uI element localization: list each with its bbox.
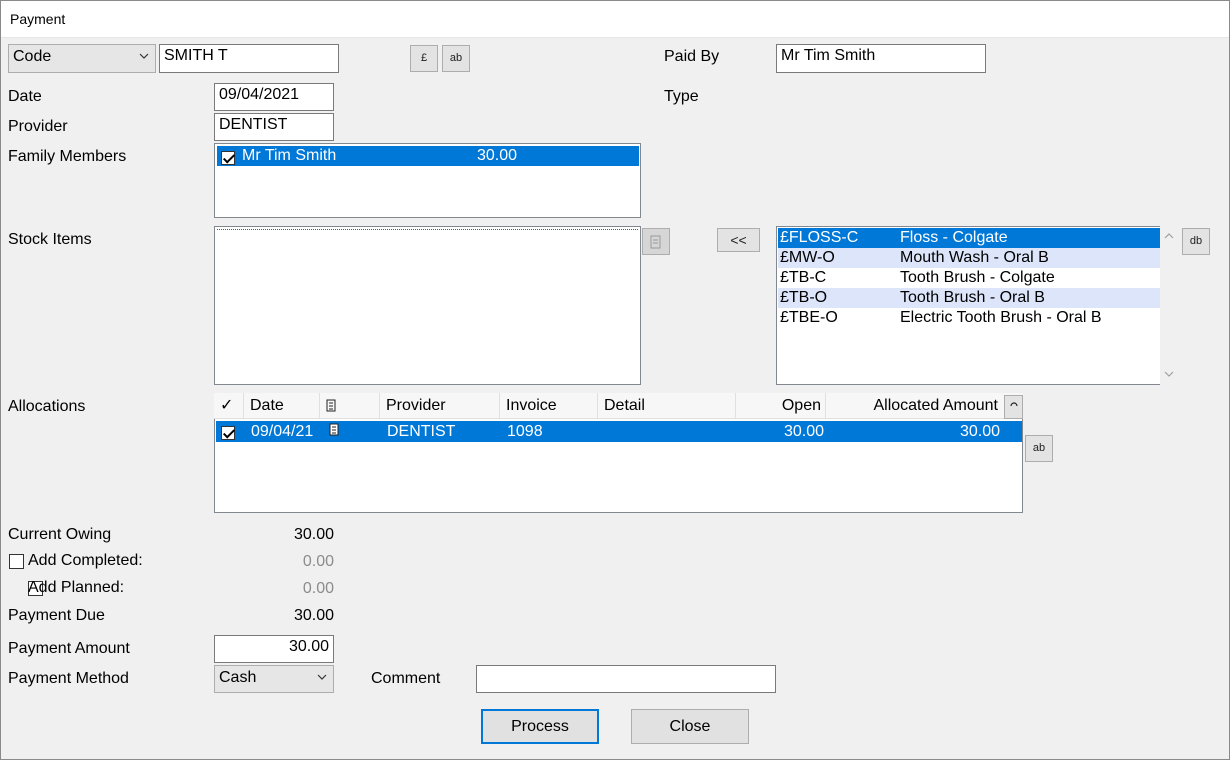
family-member-name: Mr Tim Smith xyxy=(242,147,337,164)
allocations-label: Allocations xyxy=(8,398,86,415)
paid-by-label: Paid By xyxy=(664,48,720,65)
provider-label: Provider xyxy=(8,118,68,135)
payment-amount-input[interactable]: 30.00 xyxy=(214,635,334,663)
allocation-checkbox[interactable] xyxy=(221,425,235,440)
stock-items-list[interactable] xyxy=(214,226,641,385)
date-input[interactable]: 09/04/2021 xyxy=(214,83,334,111)
allocations-list[interactable]: 09/04/21 DENTIST 1098 30.00 30.00 xyxy=(214,419,1023,513)
scroll-down-icon[interactable] xyxy=(1164,370,1174,378)
table-row[interactable]: 09/04/21 DENTIST 1098 30.00 30.00 xyxy=(216,421,1022,442)
family-members-list[interactable]: Mr Tim Smith 30.00 xyxy=(214,143,641,218)
date-label: Date xyxy=(8,88,42,105)
edit-icon: ab xyxy=(1032,442,1046,454)
col-detail[interactable]: Detail xyxy=(598,393,736,419)
focus-line xyxy=(217,229,638,230)
comment-label: Comment xyxy=(371,670,441,687)
code-input[interactable]: SMITH T xyxy=(159,44,339,73)
db-icon: db xyxy=(1189,235,1203,247)
stock-desc: Floss - Colgate xyxy=(900,229,1008,246)
allocation-edit-button[interactable]: ab xyxy=(1025,435,1053,462)
col-allocated[interactable]: Allocated Amount xyxy=(826,393,1002,419)
family-members-label: Family Members xyxy=(8,148,127,165)
close-button[interactable]: Close xyxy=(631,709,749,744)
payment-due-label: Payment Due xyxy=(8,607,105,624)
col-open[interactable]: Open xyxy=(736,393,826,419)
process-button[interactable]: Process xyxy=(481,709,599,744)
pound-icon: £ xyxy=(420,52,428,64)
list-item[interactable]: £TB-C Tooth Brush - Colgate xyxy=(778,268,1160,288)
allocation-invoice: 1098 xyxy=(507,423,543,440)
allocation-allocated[interactable]: 30.00 xyxy=(827,423,1000,441)
current-owing-value: 30.00 xyxy=(293,526,334,543)
title-bar: Payment xyxy=(0,0,1230,38)
stock-items-label: Stock Items xyxy=(8,231,92,248)
list-item[interactable]: £MW-O Mouth Wash - Oral B xyxy=(778,248,1160,268)
document-icon[interactable] xyxy=(329,423,340,436)
stock-code: £MW-O xyxy=(780,249,835,266)
stock-desc: Tooth Brush - Oral B xyxy=(900,289,1045,306)
payment-method-label: Payment Method xyxy=(8,670,129,687)
list-item[interactable]: Mr Tim Smith 30.00 xyxy=(217,146,639,166)
current-owing-label: Current Owing xyxy=(8,526,112,543)
code-select-value: Code xyxy=(13,48,52,65)
list-item[interactable]: £TB-O Tooth Brush - Oral B xyxy=(778,288,1160,308)
provider-input[interactable]: DENTIST xyxy=(214,113,334,141)
add-completed-label[interactable]: Add Completed: xyxy=(28,552,143,570)
paid-by-input[interactable]: Mr Tim Smith xyxy=(776,44,986,73)
document-icon xyxy=(650,235,661,249)
allocation-open: 30.00 xyxy=(783,423,824,440)
document-icon xyxy=(326,399,336,412)
family-member-checkbox[interactable] xyxy=(221,150,235,165)
stock-desc: Electric Tooth Brush - Oral B xyxy=(900,309,1102,326)
allocation-provider: DENTIST xyxy=(387,423,456,440)
type-label: Type xyxy=(664,88,699,105)
stock-desc: Tooth Brush - Colgate xyxy=(900,269,1055,286)
window-title: Payment xyxy=(10,11,66,27)
payment-method-value: Cash xyxy=(219,669,257,686)
col-invoice[interactable]: Invoice xyxy=(500,393,598,419)
refresh-button[interactable] xyxy=(1004,395,1023,419)
comment-input[interactable] xyxy=(476,665,776,693)
stock-edit-button[interactable] xyxy=(642,228,670,255)
code-select[interactable]: Code xyxy=(8,44,156,73)
allocations-header: ✓ Date Provider Invoice Detail Open Allo… xyxy=(214,393,1023,419)
list-item[interactable]: £FLOSS-C Floss - Colgate xyxy=(778,228,1160,248)
db-button[interactable]: db xyxy=(1182,228,1210,255)
list-item[interactable]: £TBE-O Electric Tooth Brush - Oral B xyxy=(778,308,1160,328)
col-date[interactable]: Date xyxy=(244,393,320,419)
col-provider[interactable]: Provider xyxy=(380,393,500,419)
chevron-down-icon xyxy=(317,674,327,680)
stock-code: £TB-O xyxy=(780,289,828,306)
refresh-icon xyxy=(1009,402,1018,407)
col-check[interactable]: ✓ xyxy=(214,393,244,419)
edit-icon: ab xyxy=(449,52,463,64)
pound-button[interactable]: £ xyxy=(410,45,438,72)
available-stock-list[interactable]: £FLOSS-C Floss - Colgate £MW-O Mouth Was… xyxy=(776,226,1160,385)
stock-desc: Mouth Wash - Oral B xyxy=(900,249,1049,266)
stock-code: £TBE-O xyxy=(780,309,838,326)
add-completed-checkbox[interactable] xyxy=(9,554,24,570)
stock-code: £TB-C xyxy=(780,269,827,286)
allocation-date: 09/04/21 xyxy=(251,423,314,440)
payment-method-select[interactable]: Cash xyxy=(214,665,334,693)
edit-button[interactable]: ab xyxy=(442,45,470,72)
stock-scrollbar[interactable] xyxy=(1160,226,1178,385)
scroll-up-icon[interactable] xyxy=(1164,232,1174,240)
add-planned-value: 0.00 xyxy=(302,580,334,597)
add-completed-value: 0.00 xyxy=(302,553,334,570)
move-left-button[interactable]: << xyxy=(717,228,760,252)
family-member-amount: 30.00 xyxy=(477,147,518,164)
add-planned-label[interactable]: Add Planned: xyxy=(28,579,124,597)
stock-code: £FLOSS-C xyxy=(780,229,859,246)
col-document[interactable] xyxy=(320,393,380,419)
payment-due-value: 30.00 xyxy=(293,607,334,624)
payment-amount-label: Payment Amount xyxy=(8,640,130,657)
chevron-down-icon xyxy=(139,53,149,59)
